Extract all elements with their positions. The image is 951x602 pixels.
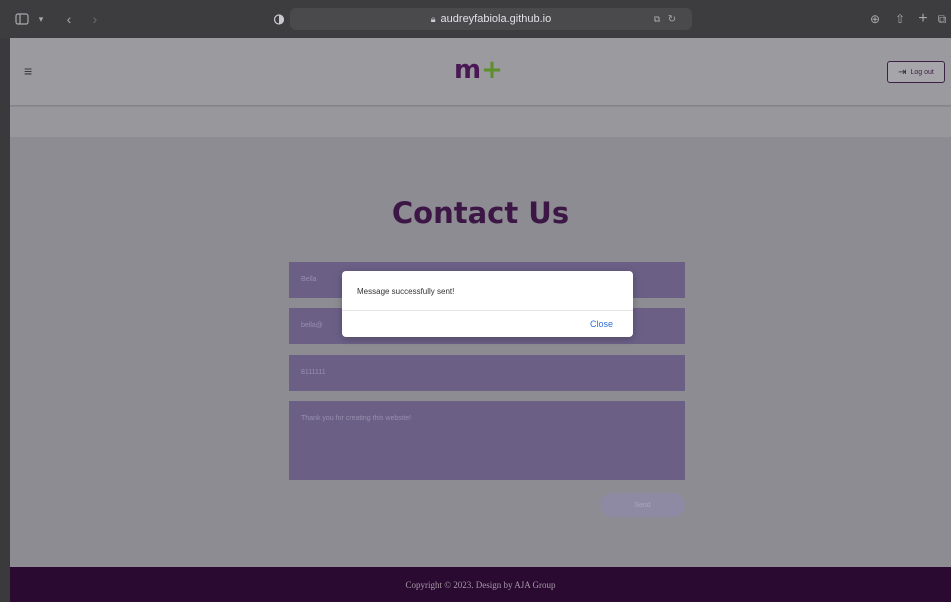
hamburger-menu-icon[interactable]: ≡: [24, 63, 32, 79]
site-logo[interactable]: m +: [448, 52, 508, 88]
dialog-close-button[interactable]: Close: [590, 319, 613, 329]
chevron-right-icon[interactable]: ›: [88, 10, 102, 28]
sub-header-bar: [10, 107, 951, 137]
download-icon[interactable]: ⊕: [868, 10, 882, 28]
success-dialog: Message successfully sent! Close: [342, 271, 633, 337]
send-button[interactable]: Send: [600, 493, 685, 517]
page-title: Contact Us: [391, 196, 570, 230]
chevron-left-icon[interactable]: ‹: [62, 10, 76, 28]
logout-label: Log out: [910, 68, 934, 76]
shield-half-icon[interactable]: [272, 10, 286, 28]
sidebar-icon[interactable]: [12, 10, 32, 28]
logo-plus: +: [481, 55, 503, 85]
logo-m: m: [454, 55, 481, 85]
dialog-message: Message successfully sent!: [357, 287, 455, 296]
reload-icon[interactable]: ↻: [666, 10, 678, 28]
lock-icon: 🔒︎: [430, 13, 436, 24]
share-icon[interactable]: ⇧: [893, 10, 907, 28]
plus-icon[interactable]: +: [916, 10, 930, 28]
chevron-down-icon[interactable]: ▾: [36, 10, 46, 28]
logout-icon: ⇥: [898, 66, 907, 78]
logout-button[interactable]: ⇥ Log out: [887, 61, 945, 83]
send-label: Send: [634, 501, 651, 509]
site-navbar: ≡ m + ⇥ Log out: [10, 38, 951, 106]
address-bar[interactable]: 🔒︎ audreyfabiola.github.io: [290, 8, 692, 30]
footer-copyright: Copyright © 2023. Design by AJA Group: [405, 579, 556, 590]
tabs-icon[interactable]: ⧉: [935, 10, 949, 28]
phone-field[interactable]: 8111111: [289, 355, 685, 391]
site-footer: Copyright © 2023. Design by AJA Group: [10, 567, 951, 602]
browser-toolbar: ▾ ‹ › 🔒︎ audreyfabiola.github.io ⧉ ↻ ⊕ ⇧…: [0, 0, 951, 38]
translate-icon[interactable]: ⧉: [649, 10, 665, 28]
url-text: audreyfabiola.github.io: [440, 13, 552, 25]
dialog-divider: [342, 310, 633, 311]
message-textarea[interactable]: Thank you for creating this website!: [289, 401, 685, 480]
